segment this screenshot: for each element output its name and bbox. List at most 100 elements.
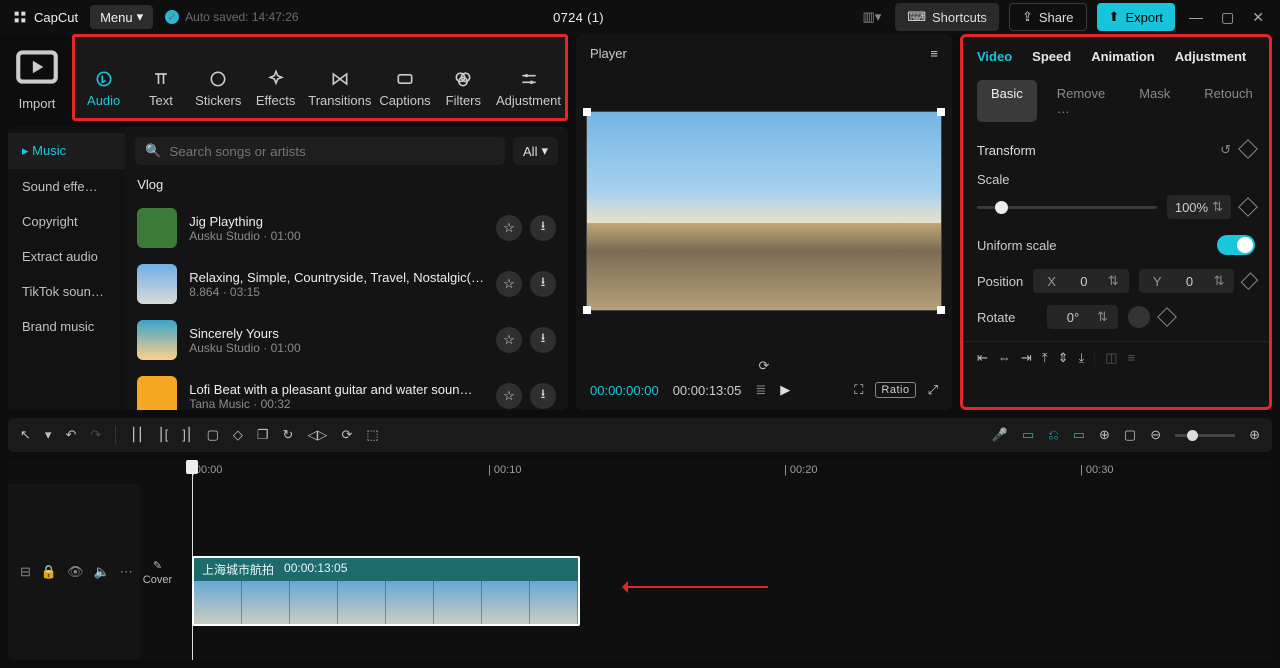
- align-right-icon[interactable]: ⇥: [1021, 350, 1032, 366]
- tool-text[interactable]: Text: [132, 61, 189, 118]
- cover-button[interactable]: ✎ Cover: [143, 559, 172, 586]
- download-button[interactable]: ⭳: [530, 327, 556, 353]
- sidebar-item-copyright[interactable]: Copyright: [8, 204, 125, 239]
- preview-icon[interactable]: ▢: [1124, 427, 1136, 443]
- download-button[interactable]: ⭳: [530, 271, 556, 297]
- focus-icon[interactable]: ⛶: [854, 382, 863, 398]
- favorite-button[interactable]: ☆: [496, 327, 522, 353]
- mirror-icon[interactable]: ◁▷: [307, 427, 327, 443]
- favorite-button[interactable]: ☆: [496, 215, 522, 241]
- copy-icon[interactable]: ❐: [257, 427, 269, 443]
- favorite-button[interactable]: ☆: [496, 271, 522, 297]
- tab-retouch[interactable]: Retouch: [1190, 80, 1266, 122]
- split-icon[interactable]: ⎮⎮: [130, 427, 144, 443]
- lock-icon[interactable]: 🔒: [41, 564, 57, 580]
- position-x-input[interactable]: X0⇅: [1033, 269, 1129, 293]
- resize-handle[interactable]: [937, 108, 945, 116]
- delete-icon[interactable]: ▢: [207, 427, 219, 443]
- list-icon[interactable]: ≣: [755, 382, 766, 398]
- snap-icon[interactable]: ▭: [1073, 427, 1085, 443]
- close-button[interactable]: ✕: [1248, 9, 1268, 26]
- eye-icon[interactable]: 👁: [67, 564, 84, 580]
- sidebar-item-music[interactable]: Music: [8, 133, 125, 169]
- tool-stickers[interactable]: Stickers: [190, 61, 247, 118]
- share-button[interactable]: ⇪ Share: [1009, 3, 1087, 31]
- shortcuts-button[interactable]: ⌨ Shortcuts: [895, 3, 999, 31]
- timeline[interactable]: |00:00 | 00:10 | 00:20 | 00:30 ⊟ 🔒 👁 🔈 ⋯…: [8, 460, 1272, 660]
- cut-mode-icon[interactable]: ⊕: [1099, 427, 1110, 443]
- rotate-dial-icon[interactable]: [1128, 306, 1150, 328]
- scale-slider[interactable]: [977, 206, 1157, 209]
- rotate-icon[interactable]: ⟳: [341, 427, 352, 443]
- video-clip[interactable]: 上海城市航拍 00:00:13:05: [192, 556, 580, 626]
- distribute-icon-2[interactable]: ≡: [1128, 350, 1136, 366]
- trim-left-icon[interactable]: ⎮[: [158, 427, 168, 443]
- resize-handle[interactable]: [937, 306, 945, 314]
- selection-tool-icon[interactable]: ↖: [20, 427, 31, 443]
- download-button[interactable]: ⭳: [530, 215, 556, 241]
- sidebar-item-tiktok-sounds[interactable]: TikTok soun…: [8, 274, 125, 309]
- track-link-icon[interactable]: ⎌: [1048, 427, 1058, 443]
- preview-frame[interactable]: [586, 111, 942, 311]
- tab-basic[interactable]: Basic: [977, 80, 1037, 122]
- position-y-input[interactable]: Y0⇅: [1139, 269, 1235, 293]
- zoom-in-icon[interactable]: ⊕: [1249, 427, 1260, 443]
- minimize-button[interactable]: —: [1185, 9, 1207, 25]
- crop-icon[interactable]: ⬚: [366, 427, 378, 443]
- resize-handle[interactable]: [583, 108, 591, 116]
- export-button[interactable]: ⬆ Export: [1097, 3, 1175, 31]
- menu-button[interactable]: Menu ▾: [90, 5, 153, 29]
- maximize-button[interactable]: ▢: [1217, 9, 1238, 26]
- menu-icon[interactable]: ≡: [930, 46, 938, 61]
- align-left-icon[interactable]: ⇤: [977, 350, 988, 366]
- song-row[interactable]: Jig Plaything Ausku Studio · 01:00 ☆ ⭳: [125, 200, 568, 256]
- zoom-slider[interactable]: [1175, 434, 1235, 437]
- trim-right-icon[interactable]: ]⎮: [182, 427, 192, 443]
- collapse-icon[interactable]: ⊟: [20, 564, 31, 580]
- sidebar-item-sound-effects[interactable]: Sound effe…: [8, 169, 125, 204]
- tool-effects[interactable]: Effects: [247, 61, 304, 118]
- rotate-input[interactable]: 0°⇅: [1047, 305, 1118, 329]
- keyframe-icon[interactable]: [1241, 272, 1258, 289]
- undo-button[interactable]: ↶: [65, 427, 76, 443]
- tab-remove[interactable]: Remove …: [1043, 80, 1119, 122]
- sidebar-item-extract-audio[interactable]: Extract audio: [8, 239, 125, 274]
- uniform-scale-toggle[interactable]: [1217, 235, 1255, 255]
- tool-audio[interactable]: Audio: [75, 61, 132, 118]
- sidebar-item-brand-music[interactable]: Brand music: [8, 309, 125, 344]
- play-button[interactable]: ▶: [780, 382, 790, 398]
- magnet-icon[interactable]: ▭: [1022, 427, 1034, 443]
- import-button[interactable]: Import: [8, 34, 66, 121]
- ratio-button[interactable]: Ratio: [875, 382, 915, 398]
- scale-value-box[interactable]: 100%⇅: [1167, 195, 1231, 219]
- sync-icon[interactable]: ⟳: [576, 356, 952, 376]
- more-icon[interactable]: ⋯: [120, 564, 133, 580]
- tab-animation[interactable]: Animation: [1091, 49, 1155, 64]
- align-center-h-icon[interactable]: ⇔: [998, 350, 1011, 366]
- keyframe-icon[interactable]: [1157, 307, 1177, 327]
- song-row[interactable]: Lofi Beat with a pleasant guitar and wat…: [125, 368, 568, 410]
- tool-filters[interactable]: Filters: [435, 61, 492, 118]
- zoom-out-icon[interactable]: ⊖: [1150, 427, 1161, 443]
- mic-icon[interactable]: 🎤: [992, 427, 1008, 443]
- keyframe-icon[interactable]: [1238, 139, 1258, 159]
- marker-icon[interactable]: ◇: [233, 427, 243, 443]
- align-center-v-icon[interactable]: ⇕: [1058, 350, 1069, 366]
- tool-transitions[interactable]: Transitions: [304, 61, 375, 118]
- resize-handle[interactable]: [583, 306, 591, 314]
- download-button[interactable]: ⭳: [530, 383, 556, 409]
- tab-speed[interactable]: Speed: [1032, 49, 1071, 64]
- tool-captions[interactable]: Captions: [375, 61, 434, 118]
- tab-video[interactable]: Video: [977, 49, 1012, 64]
- tab-mask[interactable]: Mask: [1125, 80, 1184, 122]
- reverse-icon[interactable]: ↻: [283, 427, 294, 443]
- song-row[interactable]: Relaxing, Simple, Countryside, Travel, N…: [125, 256, 568, 312]
- mute-icon[interactable]: 🔈: [94, 564, 110, 580]
- align-bottom-icon[interactable]: ⤓: [1078, 350, 1084, 366]
- reset-icon[interactable]: ↺: [1220, 142, 1231, 158]
- redo-button[interactable]: ↷: [90, 427, 101, 443]
- layout-icon[interactable]: ▥▾: [858, 5, 885, 29]
- align-top-icon[interactable]: ⤒: [1042, 350, 1048, 366]
- tool-adjustment[interactable]: Adjustment: [492, 61, 565, 118]
- all-dropdown[interactable]: All▾: [513, 137, 558, 165]
